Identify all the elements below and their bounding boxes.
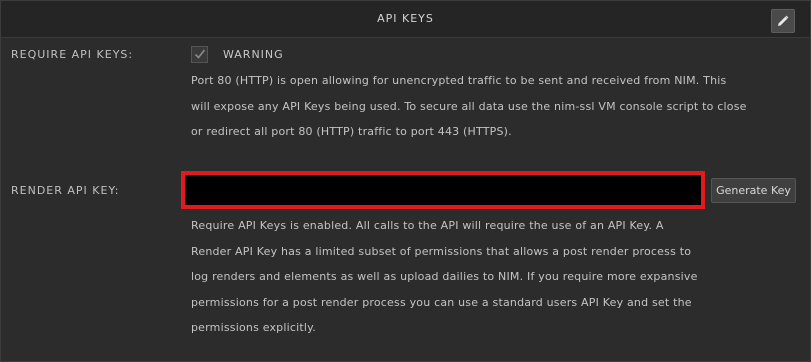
description-line: log renders and elements as well as uplo… — [191, 270, 698, 283]
warning-line: Port 80 (HTTP) is open allowing for unen… — [191, 74, 727, 87]
api-keys-panel: API KEYS REQUIRE API KEYS: WARNING Port … — [0, 0, 811, 362]
generate-key-button[interactable]: Generate Key — [711, 178, 796, 203]
checkmark-icon — [194, 49, 206, 59]
warning-text: Port 80 (HTTP) is open allowing for unen… — [191, 68, 801, 145]
description-line: permissions for a post render process yo… — [191, 295, 692, 309]
require-api-keys-checkbox[interactable] — [191, 46, 208, 63]
description-line: permissions explicitly. — [191, 321, 316, 334]
panel-title: API KEYS — [377, 12, 434, 25]
edit-button[interactable] — [771, 9, 795, 33]
warning-line: or redirect all port 80 (HTTP) traffic t… — [191, 125, 512, 138]
warning-line: will expose any API Keys being used. To … — [191, 99, 747, 113]
render-api-key-field[interactable] — [185, 175, 697, 203]
warning-title: WARNING — [223, 48, 284, 61]
pencil-icon — [778, 15, 789, 26]
render-key-description: Require API Keys is enabled. All calls t… — [191, 213, 801, 341]
require-api-keys-label: REQUIRE API KEYS: — [11, 48, 134, 61]
render-api-key-label: RENDER API KEY: — [11, 184, 120, 197]
description-line: Require API Keys is enabled. All calls t… — [191, 219, 664, 232]
description-line: Render API Key has a limited subset of p… — [191, 244, 692, 258]
panel-header: API KEYS — [1, 1, 810, 38]
